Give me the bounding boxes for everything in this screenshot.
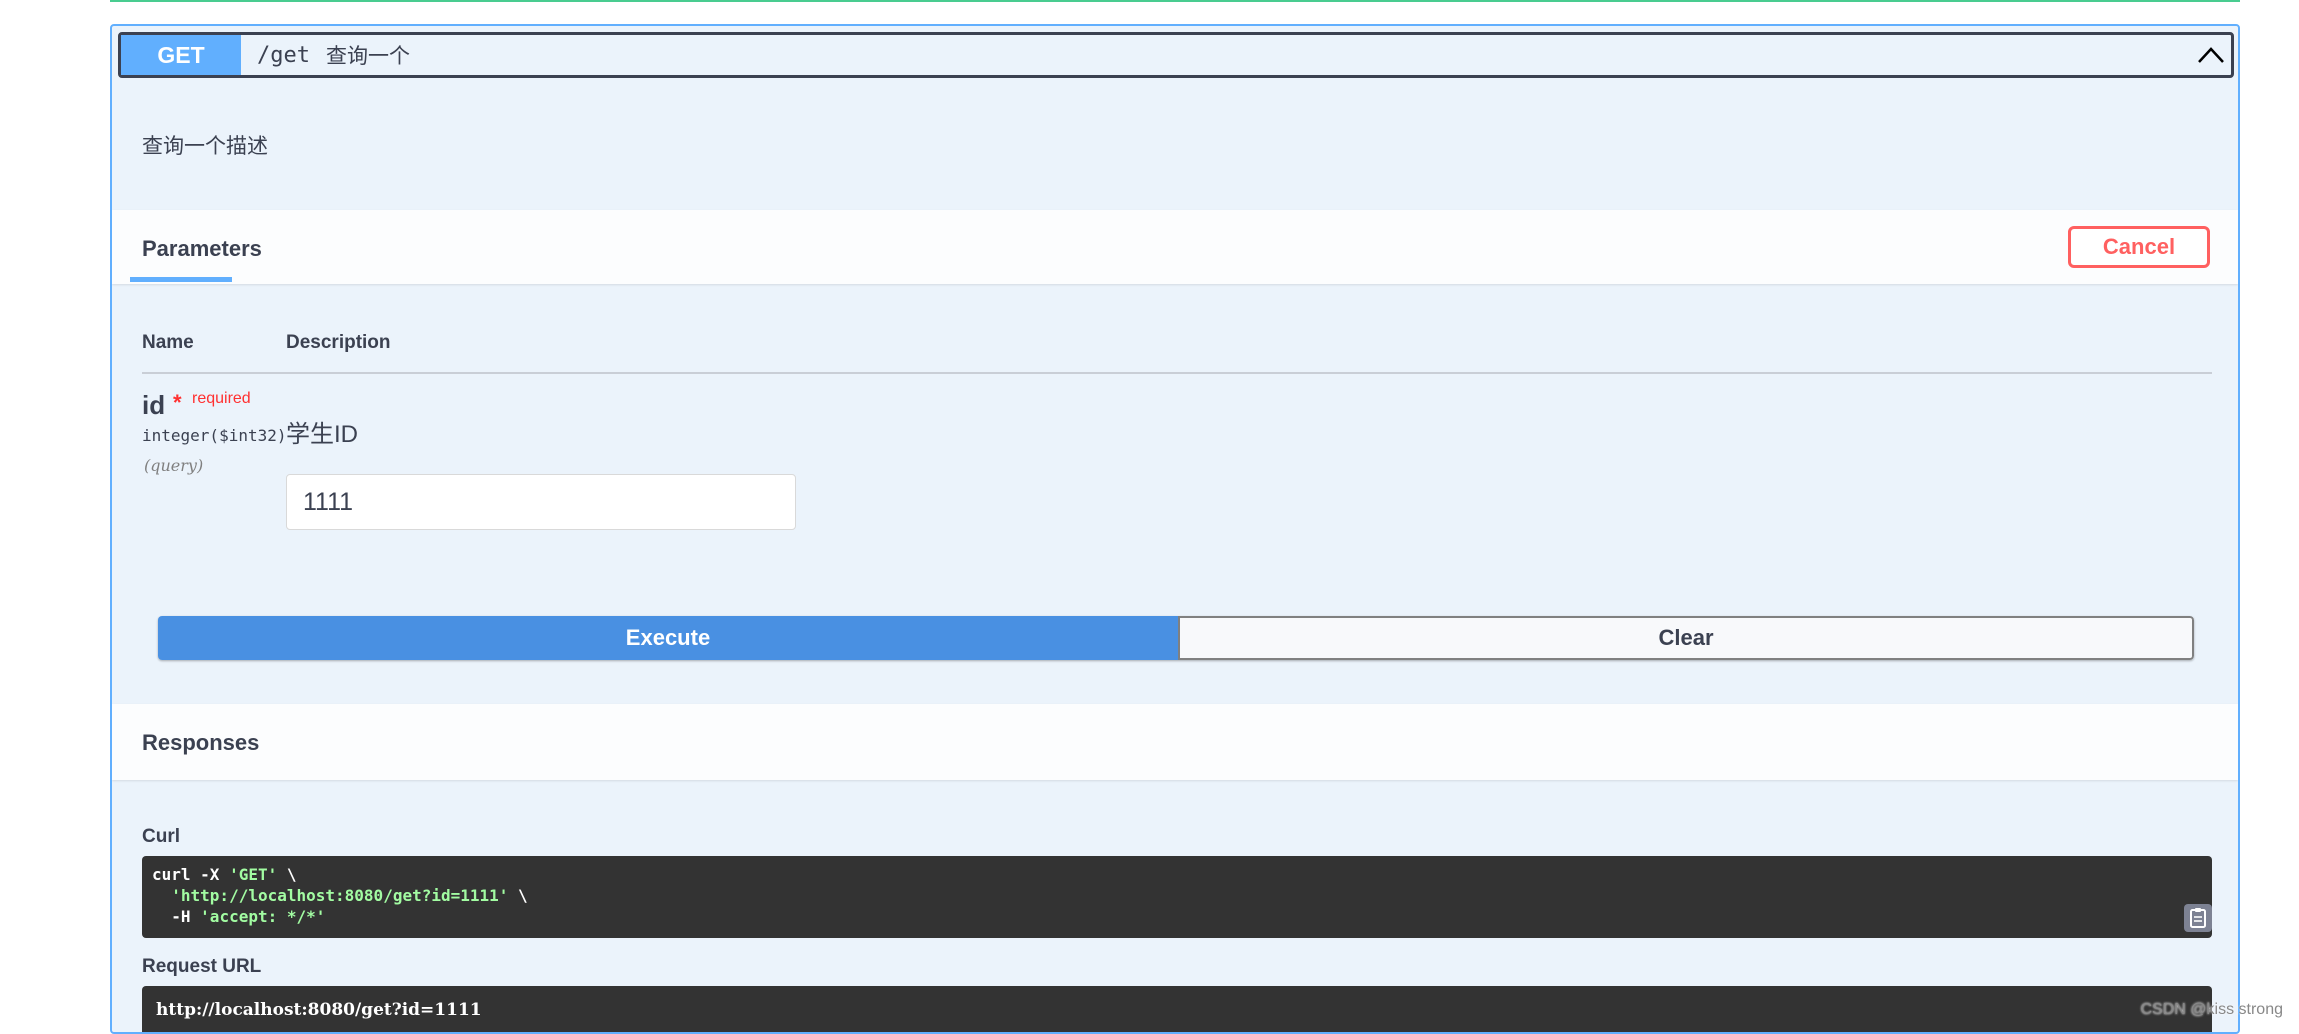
param-type: integer($int32): [142, 426, 287, 445]
column-header-name: Name: [142, 332, 194, 353]
watermark: CSDN @kiss strong: [2140, 1001, 2284, 1018]
responses-title: Responses: [142, 730, 260, 755]
curl-url: 'http://localhost:8080/get?id=1111': [171, 886, 509, 905]
param-name: id: [142, 390, 166, 420]
operation-description: 查询一个描述: [142, 135, 268, 158]
required-label: required: [192, 390, 251, 407]
curl-cmd: curl -X: [152, 865, 230, 884]
parameters-header: Parameters Cancel: [112, 210, 2238, 284]
previous-opblock-border: [110, 0, 2240, 2]
curl-method: 'GET': [229, 865, 278, 884]
tab-parameters[interactable]: Parameters: [142, 236, 262, 262]
opblock-summary[interactable]: GET /get 查询一个: [118, 32, 2234, 78]
curl-header-flag: -H: [152, 907, 201, 926]
execute-button[interactable]: Execute: [158, 616, 1178, 660]
tab-active-indicator: [130, 277, 232, 282]
column-header-description: Description: [286, 332, 391, 353]
endpoint-summary: 查询一个: [325, 45, 410, 68]
required-star: *: [173, 390, 182, 415]
id-input[interactable]: 1111: [286, 474, 796, 530]
curl-header-value: 'accept: */*': [200, 907, 326, 926]
copy-clipboard-icon[interactable]: [2184, 904, 2212, 932]
curl-label: Curl: [142, 826, 180, 847]
opblock-get: GET /get 查询一个 查询一个描述 Parameters Cancel N…: [110, 24, 2240, 1034]
endpoint-path: /get: [257, 42, 310, 68]
request-url-value: http://localhost:8080/get?id=1111: [156, 1000, 482, 1020]
request-url-label: Request URL: [142, 956, 262, 977]
clear-button[interactable]: Clear: [1178, 616, 2194, 660]
chevron-up-icon[interactable]: [2195, 39, 2227, 71]
curl-code-block[interactable]: curl -X 'GET' \ 'http://localhost:8080/g…: [142, 856, 2212, 938]
curl-continuation: \: [508, 886, 528, 905]
cancel-button[interactable]: Cancel: [2068, 226, 2210, 268]
curl-continuation: \: [277, 865, 297, 884]
responses-header: Responses: [112, 704, 2238, 780]
header-divider: [142, 372, 2212, 374]
param-location: (query): [144, 456, 204, 475]
execute-wrapper: Execute Clear: [158, 616, 2194, 660]
param-description: 学生ID: [286, 421, 358, 448]
method-badge: GET: [121, 35, 241, 75]
